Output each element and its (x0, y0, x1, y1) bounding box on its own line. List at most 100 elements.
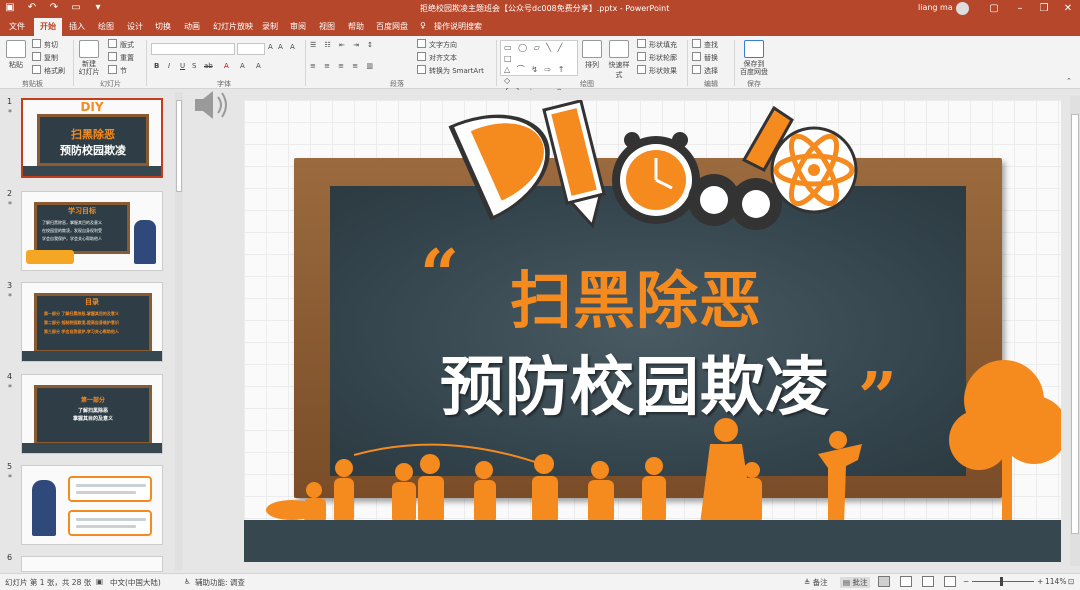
shadow-button[interactable]: S (192, 62, 196, 70)
minimize-icon[interactable]: – (1010, 1, 1030, 17)
slide-canvas[interactable]: “ 扫黑除恶 预防校园欺凌 ” (244, 100, 1061, 562)
cut-button[interactable]: 剪切 (32, 39, 58, 50)
save-to-baidu-button[interactable]: 保存到 百度网盘 (738, 40, 770, 76)
arrange-button[interactable]: 排列 (582, 40, 602, 70)
reading-view-icon[interactable] (922, 576, 934, 587)
save-icon[interactable]: ▣ (4, 2, 16, 14)
tab-draw[interactable]: 绘图 (98, 21, 114, 32)
shapes-gallery[interactable]: ▭ ◯ ▱ ╲ ╱ □△ ⌒ ↯ ⇨ ↑ ◇{ } ☆ ▭ ⟲ ◠ (500, 40, 578, 107)
undo-icon[interactable]: ↶ (26, 2, 38, 14)
shape-fill-button[interactable]: 形状填充 (637, 39, 677, 50)
tab-home[interactable]: 开始 (34, 18, 62, 36)
strikethrough-button[interactable]: ab (204, 62, 213, 70)
accessibility-status[interactable]: 辅助功能: 调查 (195, 577, 245, 588)
notes-button[interactable]: ≜ 备注 (804, 577, 828, 588)
tab-help[interactable]: 帮助 (348, 21, 364, 32)
quick-styles-icon (609, 40, 629, 58)
slide-sorter-view-icon[interactable] (900, 576, 912, 587)
quick-styles-button[interactable]: 快速样式 (606, 40, 632, 80)
tab-record[interactable]: 录制 (262, 21, 278, 32)
tab-file[interactable]: 文件 (9, 21, 25, 32)
italic-button[interactable]: I (168, 62, 170, 70)
shrink-font-icon[interactable]: A (278, 43, 283, 51)
fit-to-window-icon[interactable]: ⊡ (1068, 577, 1074, 586)
zoom-slider[interactable] (972, 581, 1034, 582)
thumbnail-slide-3[interactable]: 目录 第一部分 了解扫黑除恶,掌握其目的及意义 第二部分 抵制校园欺凌,提高自身… (21, 282, 163, 362)
thumbnail-slide-6[interactable] (21, 556, 163, 572)
children-group-icon (266, 418, 862, 524)
spellcheck-icon[interactable]: ▣ (96, 577, 103, 586)
highlight-button[interactable]: A (240, 62, 245, 70)
replace-button[interactable]: 替换 (692, 52, 718, 63)
list-buttons[interactable]: ☰ ☷ ⇤ ⇥ ↕ (310, 41, 376, 49)
thumb-number: 1 (7, 97, 13, 106)
thumb-line: 了解扫黑除恶，掌握其目的及意义 (42, 220, 102, 225)
customize-qat-icon[interactable]: ▾ (92, 2, 104, 14)
shape-effects-button[interactable]: 形状效果 (637, 65, 677, 76)
ribbon-tabs: 文件 开始 插入 绘图 设计 切换 动画 幻灯片放映 录制 审阅 视图 帮助 百… (0, 18, 1080, 36)
tab-review[interactable]: 审阅 (290, 21, 306, 32)
close-icon[interactable]: ✕ (1058, 1, 1078, 17)
font-name-select[interactable] (151, 43, 235, 55)
new-slide-button[interactable]: 新建 幻灯片 (76, 40, 102, 76)
font-color-button[interactable]: A (224, 62, 229, 70)
tell-me-search[interactable]: 操作说明搜索 (434, 21, 482, 32)
copy-icon (32, 52, 41, 61)
tab-insert[interactable]: 插入 (69, 21, 85, 32)
thumbnail-slide-2[interactable]: 学习目标 了解扫黑除恶，掌握其目的及意义 在校园里的欺凌，发现自身权利受 学会自… (21, 191, 163, 271)
paste-button[interactable]: 粘贴 (5, 40, 27, 70)
editor-scrollbar[interactable] (1070, 96, 1080, 566)
tab-baidu-netdisk[interactable]: 百度网盘 (376, 21, 408, 32)
thumbnail-slide-5[interactable] (21, 465, 163, 545)
comments-button[interactable]: ▤ 批注 (840, 577, 871, 588)
collapse-ribbon-icon[interactable]: ⌃ (1066, 77, 1072, 85)
audio-speaker-icon[interactable] (193, 87, 233, 123)
align-buttons[interactable]: ≡ ≡ ≡ ≡ ▥ (310, 62, 376, 70)
smartart-button[interactable]: 转换为 SmartArt (417, 65, 484, 76)
thumbnail-slide-4[interactable]: 第一部分 了解扫黑除恶 掌握其目的及意义 (21, 374, 163, 454)
underline-button[interactable]: U (180, 62, 185, 70)
char-spacing-button[interactable]: A (256, 62, 261, 70)
thumbnail-slide-1[interactable]: 扫黑除恶 预防校园欺凌 DIY (21, 98, 163, 178)
layout-button[interactable]: 版式 (108, 39, 134, 50)
tab-transitions[interactable]: 切换 (155, 21, 171, 32)
user-name[interactable]: liang ma (918, 3, 953, 12)
select-button[interactable]: 选择 (692, 65, 718, 76)
section-button[interactable]: 节 (108, 65, 127, 76)
align-text-button[interactable]: 对齐文本 (417, 52, 457, 63)
zoom-out-icon[interactable]: − (963, 577, 969, 586)
slideshow-view-icon[interactable] (944, 576, 956, 587)
thumb-grass (22, 443, 162, 453)
thumbnail-scrollbar[interactable] (175, 92, 183, 570)
format-painter-button[interactable]: 格式刷 (32, 65, 65, 76)
quick-access-toolbar: ▣ ↶ ↷ ▭ ▾ (4, 2, 104, 14)
font-size-select[interactable] (237, 43, 265, 55)
normal-view-icon[interactable] (878, 576, 890, 587)
start-from-beginning-icon[interactable]: ▭ (70, 2, 82, 14)
tab-view[interactable]: 视图 (319, 21, 335, 32)
tab-slideshow[interactable]: 幻灯片放映 (213, 21, 253, 32)
restore-icon[interactable]: ❐ (1034, 1, 1054, 17)
new-slide-icon (79, 40, 99, 58)
copy-button[interactable]: 复制 (32, 52, 58, 63)
reset-button[interactable]: 重置 (108, 52, 134, 63)
group-label-editing: 编辑 (704, 80, 718, 88)
tab-design[interactable]: 设计 (127, 21, 143, 32)
text-direction-button[interactable]: 文字方向 (417, 39, 457, 50)
ribbon-display-options-icon[interactable]: ▢ (984, 1, 1004, 17)
scrollbar-thumb[interactable] (176, 100, 182, 192)
zoom-slider-thumb[interactable] (1000, 577, 1003, 586)
zoom-in-icon[interactable]: + (1037, 577, 1043, 586)
shape-outline-button[interactable]: 形状轮廓 (637, 52, 677, 63)
find-button[interactable]: 查找 (692, 39, 718, 50)
redo-icon[interactable]: ↷ (48, 2, 60, 14)
tab-animations[interactable]: 动画 (184, 21, 200, 32)
language-indicator[interactable]: 中文(中国大陆) (110, 577, 161, 588)
zoom-level[interactable]: 114% (1045, 577, 1066, 586)
avatar[interactable] (956, 2, 969, 15)
group-label-slides: 幻灯片 (100, 80, 121, 88)
scrollbar-thumb[interactable] (1071, 114, 1079, 534)
grow-font-icon[interactable]: A (268, 43, 273, 51)
bold-button[interactable]: B (154, 62, 159, 70)
clear-format-icon[interactable]: A (290, 43, 295, 51)
